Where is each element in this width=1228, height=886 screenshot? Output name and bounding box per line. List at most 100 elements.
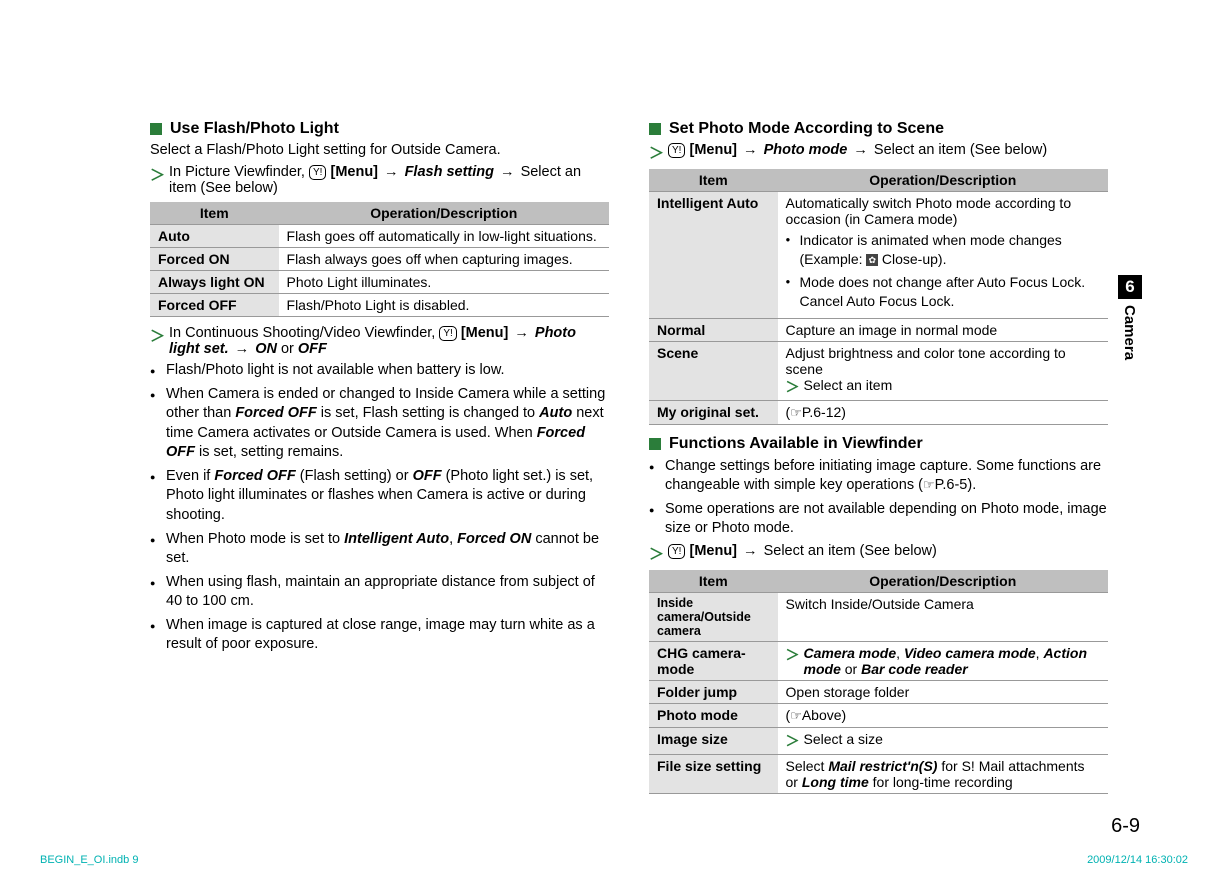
section-subtext: Select a Flash/Photo Light setting for O…: [150, 142, 609, 158]
step-text: Y! [Menu] → Select an item (See below): [668, 543, 1108, 559]
option-label: Flash setting: [405, 164, 494, 180]
photo-mode-table: ItemOperation/Description Intelligent Au…: [649, 169, 1108, 425]
emph: Forced OFF: [214, 468, 295, 484]
step-line: ＞ Y! [Menu] → Select an item (See below): [649, 543, 1108, 564]
text: is set, setting remains.: [195, 444, 343, 460]
table-row: Folder jumpOpen storage folder: [649, 680, 1108, 703]
row-head: Folder jump: [649, 680, 778, 703]
chevron-icon: ＞: [786, 731, 800, 751]
table-row: Forced ONFlash always goes off when capt…: [150, 248, 609, 271]
arrow-icon: →: [233, 341, 252, 357]
table-row: Always light ONPhoto Light illuminates.: [150, 271, 609, 294]
arrow-icon: →: [741, 543, 760, 559]
row-desc: Flash goes off automatically in low-ligh…: [279, 225, 609, 248]
chevron-icon: ＞: [649, 543, 664, 564]
emph: Forced OFF: [235, 405, 316, 421]
table-row: My original set. (☞P.6-12): [649, 400, 1108, 424]
text: Even if: [166, 468, 214, 484]
closeup-icon: ✿: [866, 254, 878, 266]
text: Camera mode, Video camera mode, Action m…: [804, 645, 1100, 677]
row-desc: (☞P.6-12): [778, 400, 1108, 424]
row-head: Intelligent Auto: [649, 192, 778, 319]
menu-label: [Menu]: [690, 142, 738, 158]
text: for long-time recording: [869, 774, 1013, 790]
text: or: [841, 661, 861, 677]
row-desc: Automatically switch Photo mode accordin…: [778, 192, 1108, 319]
step-text: In Continuous Shooting/Video Viewfinder,…: [169, 325, 609, 357]
row-desc: ＞Select a size: [778, 727, 1108, 754]
text: Some operations are not available depend…: [665, 501, 1107, 537]
step-line: ＞ Y! [Menu] → Photo mode → Select an ite…: [649, 142, 1108, 163]
emph: Bar code reader: [861, 661, 968, 677]
table-row: Forced OFFFlash/Photo Light is disabled.: [150, 294, 609, 317]
row-head: Forced ON: [150, 248, 279, 271]
text: ,: [449, 531, 457, 547]
text: In Picture Viewfinder,: [169, 164, 309, 180]
key-icon: Y!: [668, 544, 685, 559]
section-heading: Set Photo Mode According to Scene: [649, 120, 1108, 138]
row-desc: Switch Inside/Outside Camera: [778, 592, 1108, 641]
list-item: Change settings before initiating image …: [649, 457, 1108, 496]
section-title: Use Flash/Photo Light: [170, 120, 339, 138]
list-item: When image is captured at close range, i…: [150, 616, 609, 655]
text: When Photo mode is set to: [166, 531, 344, 547]
reference-icon: ☞: [790, 405, 802, 420]
row-desc: (☞Above): [778, 703, 1108, 727]
th-desc: Operation/Description: [778, 169, 1108, 192]
text: In Continuous Shooting/Video Viewfinder,: [169, 325, 439, 341]
footer-timestamp: 2009/12/14 16:30:02: [1087, 854, 1188, 866]
chevron-icon: ＞: [786, 377, 800, 397]
list-item: When Camera is ended or changed to Insid…: [150, 385, 609, 463]
emph: Forced ON: [457, 531, 531, 547]
text: or: [281, 341, 298, 357]
emph: Auto: [539, 405, 572, 421]
step-text: In Picture Viewfinder, Y! [Menu] → Flash…: [169, 164, 609, 196]
table-row: File size setting Select Mail restrict'n…: [649, 754, 1108, 793]
row-head: Scene: [649, 341, 778, 400]
flash-settings-table: ItemOperation/Description AutoFlash goes…: [150, 202, 609, 317]
row-desc: Open storage folder: [778, 680, 1108, 703]
list-item: When Photo mode is set to Intelligent Au…: [150, 530, 609, 569]
footer-filename: BEGIN_E_OI.indb 9: [40, 854, 138, 866]
right-column: Set Photo Mode According to Scene ＞ Y! […: [649, 120, 1108, 802]
table-row: CHG camera-mode ＞ Camera mode, Video cam…: [649, 641, 1108, 680]
text: Select an item: [804, 377, 893, 393]
key-icon: Y!: [439, 326, 456, 341]
emph: Mail restrict'n(S): [828, 758, 937, 774]
option-label: OFF: [298, 341, 327, 357]
step-line: ＞ In Continuous Shooting/Video Viewfinde…: [150, 325, 609, 357]
text: Automatically switch Photo mode accordin…: [786, 195, 1100, 227]
list-item: Flash/Photo light is not available when …: [150, 361, 609, 381]
list-item: Even if Forced OFF (Flash setting) or OF…: [150, 467, 609, 526]
row-head: Normal: [649, 318, 778, 341]
menu-label: [Menu]: [690, 543, 738, 559]
th-item: Item: [649, 169, 778, 192]
notes-list: Flash/Photo light is not available when …: [150, 361, 609, 655]
emph: Intelligent Auto: [344, 531, 449, 547]
row-desc: Flash/Photo Light is disabled.: [279, 294, 609, 317]
row-desc: ＞ Camera mode, Video camera mode, Action…: [778, 641, 1108, 680]
list-item: When using flash, maintain an appropriat…: [150, 573, 609, 612]
chevron-icon: ＞: [150, 164, 165, 185]
row-head: CHG camera-mode: [649, 641, 778, 680]
arrow-icon: →: [498, 164, 517, 180]
text: When image is captured at close range, i…: [166, 617, 595, 653]
text: Select an item (See below): [874, 142, 1047, 158]
text: P.6-12): [802, 404, 846, 420]
substep: ＞Select an item: [786, 377, 1100, 397]
table-row: Inside camera/Outside cameraSwitch Insid…: [649, 592, 1108, 641]
row-desc: Select Mail restrict'n(S) for S! Mail at…: [778, 754, 1108, 793]
section-title: Functions Available in Viewfinder: [669, 435, 923, 453]
square-bullet-icon: [150, 123, 162, 135]
row-head: Image size: [649, 727, 778, 754]
step-line: ＞ In Picture Viewfinder, Y! [Menu] → Fla…: [150, 164, 609, 196]
sub-list: Indicator is animated when mode changes …: [786, 231, 1100, 311]
square-bullet-icon: [649, 123, 661, 135]
left-column: Use Flash/Photo Light Select a Flash/Pho…: [150, 120, 609, 802]
section-heading: Use Flash/Photo Light: [150, 120, 609, 138]
row-head: File size setting: [649, 754, 778, 793]
section-title: Set Photo Mode According to Scene: [669, 120, 944, 138]
arrow-icon: →: [741, 142, 760, 158]
page-number: 6-9: [1111, 815, 1140, 838]
reference-icon: ☞: [790, 708, 802, 723]
